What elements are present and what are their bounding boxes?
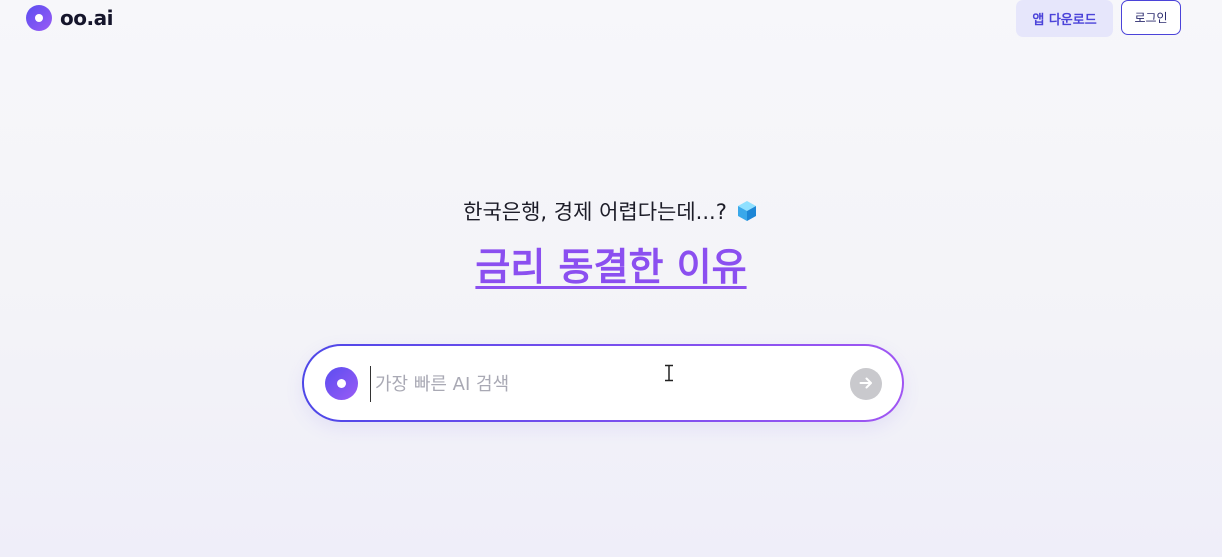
hero-subtitle: 한국은행, 경제 어렵다는데...?: [463, 200, 727, 224]
cube-icon: [735, 199, 759, 223]
logo-mark-icon: [26, 5, 52, 31]
login-button[interactable]: 로그인: [1121, 0, 1181, 35]
hero-subtitle-row: 한국은행, 경제 어렵다는데...?: [0, 196, 1222, 226]
hero-title-wrap: 금리 동결한 이유: [0, 236, 1222, 291]
logo-text: oo.ai: [60, 6, 113, 30]
search-box[interactable]: [302, 344, 904, 422]
search-input[interactable]: [370, 366, 830, 402]
text-cursor-icon: [663, 364, 675, 382]
logo[interactable]: oo.ai: [26, 5, 113, 31]
send-button[interactable]: [850, 368, 882, 400]
search-logo-icon: [325, 367, 358, 400]
hero-title-link[interactable]: 금리 동결한 이유: [475, 236, 746, 291]
top-header: oo.ai 앱 다운로드 로그인: [0, 0, 1222, 40]
app-download-button[interactable]: 앱 다운로드: [1016, 0, 1113, 37]
arrow-right-icon: [858, 375, 874, 394]
